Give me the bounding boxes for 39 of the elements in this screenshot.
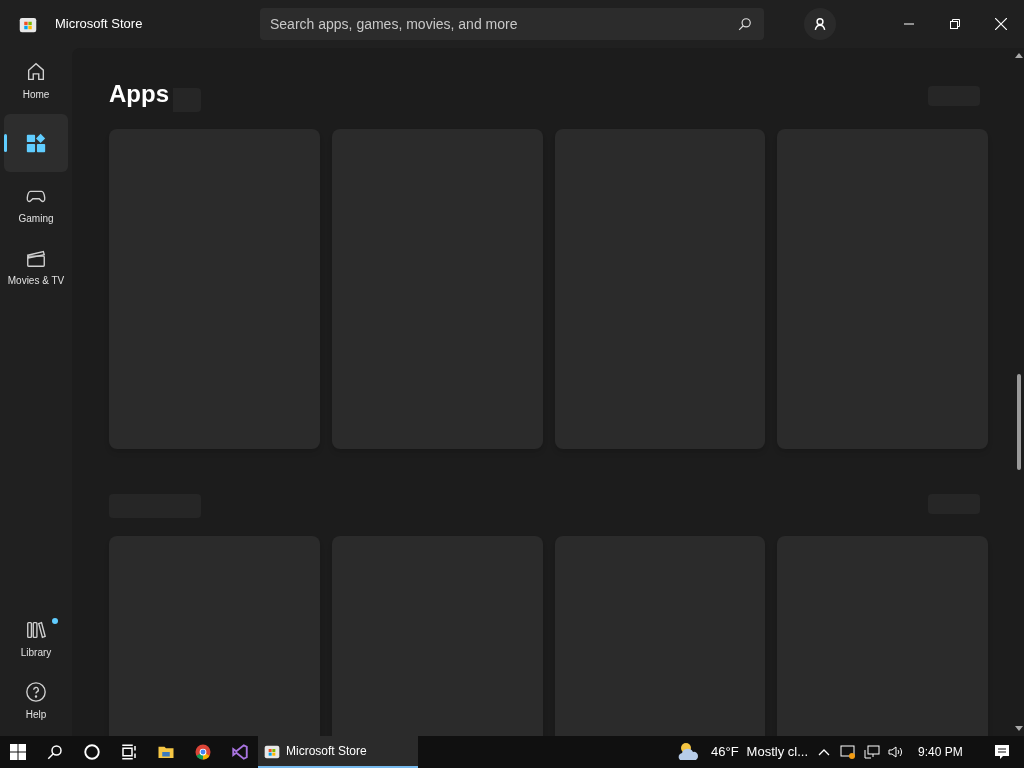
nav-item[interactable]: Library: [4, 610, 68, 668]
scroll-up-icon[interactable]: [1015, 52, 1023, 58]
close-icon: [995, 18, 1007, 30]
circle-icon[interactable]: [82, 743, 101, 761]
taskbar-app-button[interactable]: Microsoft Store: [258, 736, 418, 768]
task-view-icon[interactable]: [119, 743, 138, 761]
nav-item[interactable]: Help: [4, 672, 68, 730]
scrollbar-thumb[interactable]: [1017, 374, 1021, 470]
nav-item[interactable]: Home: [4, 52, 68, 110]
store-logo-icon: [264, 743, 280, 759]
weather-text[interactable]: Mostly cl...: [746, 742, 808, 762]
search-icon[interactable]: [738, 17, 752, 31]
temperature-text[interactable]: 46°F: [711, 742, 739, 762]
chrome-icon[interactable]: [193, 743, 212, 761]
monitor-alert-icon[interactable]: [840, 744, 856, 760]
speaker-icon[interactable]: [888, 744, 904, 760]
search-icon[interactable]: [45, 743, 64, 761]
search-field[interactable]: Search apps, games, movies, and more: [260, 8, 764, 40]
restore-icon: [950, 19, 960, 29]
nav-item[interactable]: Movies & TV: [4, 238, 68, 296]
page-title: Apps: [109, 80, 169, 107]
store-logo-icon: [19, 15, 37, 33]
scroll-down-icon[interactable]: [1015, 726, 1023, 732]
selection-indicator: [4, 134, 7, 152]
notification-icon[interactable]: [994, 744, 1010, 760]
window-title: Microsoft Store: [55, 15, 144, 34]
network-icon[interactable]: [864, 744, 880, 760]
person-icon: [813, 17, 827, 31]
apps-icon: [25, 132, 47, 154]
clock-text[interactable]: 9:40 PM: [918, 743, 974, 761]
weather-icon[interactable]: [677, 742, 701, 762]
account-button[interactable]: [804, 8, 836, 40]
help-icon: [25, 680, 47, 703]
windows-icon: [10, 744, 26, 760]
home-icon: [25, 60, 47, 83]
nav-item[interactable]: [4, 114, 68, 172]
chevron-up-icon[interactable]: [818, 748, 830, 756]
nav-item[interactable]: Gaming: [4, 176, 68, 234]
visual-studio-icon[interactable]: [230, 743, 249, 761]
